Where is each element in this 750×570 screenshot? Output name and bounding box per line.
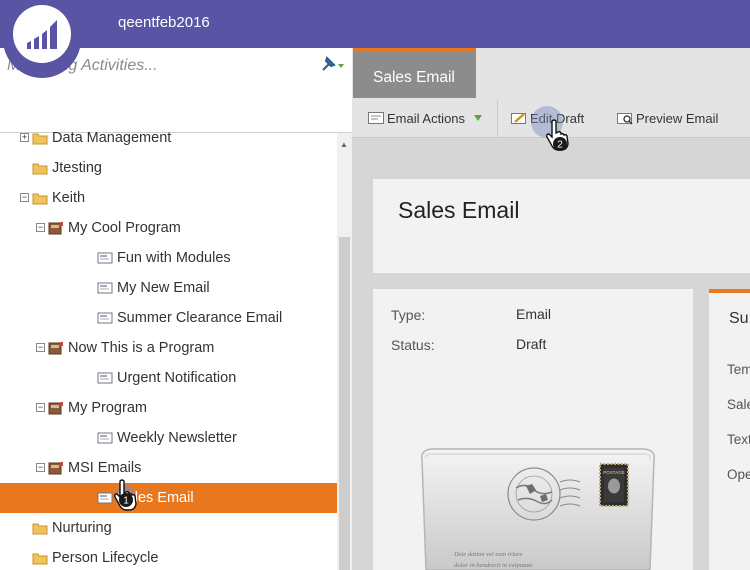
hand-cursor-icon: 2 bbox=[546, 119, 569, 151]
svg-text:POSTAGE: POSTAGE bbox=[603, 470, 624, 475]
summary-title: Su bbox=[729, 310, 749, 327]
summary-card: Su Tem Sale Text Ope bbox=[709, 289, 750, 570]
top-header bbox=[0, 0, 750, 48]
svg-text:2: 2 bbox=[557, 140, 563, 151]
envelope-illustration: POSTAGE Deie dation vel eum iriure dolor… bbox=[420, 448, 656, 570]
email-icon bbox=[97, 312, 113, 324]
summary-label: Text bbox=[727, 432, 750, 447]
tree-item-label: Keith bbox=[52, 190, 86, 206]
tree-item[interactable]: − Now This is a Program bbox=[0, 333, 337, 363]
svg-text:dolor in hendrerit in vulputat: dolor in hendrerit in vulputate bbox=[454, 562, 533, 569]
type-value: Email bbox=[516, 306, 552, 322]
scroll-up-icon[interactable]: ▲ bbox=[340, 140, 348, 149]
tree-item[interactable]: − My Cool Program bbox=[0, 213, 337, 243]
folder-icon bbox=[32, 163, 48, 175]
pin-filter-icon[interactable] bbox=[320, 56, 348, 74]
email-icon bbox=[97, 282, 113, 294]
svg-text:1: 1 bbox=[123, 496, 129, 507]
tree-item-label: Urgent Notification bbox=[117, 370, 237, 386]
tree-item[interactable]: My New Email bbox=[0, 273, 337, 303]
logo[interactable] bbox=[3, 0, 81, 78]
tree-item[interactable]: Jtesting bbox=[0, 153, 337, 183]
folder-icon bbox=[32, 553, 48, 565]
program-icon bbox=[48, 402, 63, 415]
tab-sales-email[interactable]: Sales Email bbox=[353, 48, 476, 98]
svg-text:Deie dation vel eum iriure: Deie dation vel eum iriure bbox=[453, 551, 522, 558]
collapse-icon[interactable]: − bbox=[36, 223, 45, 232]
dropdown-arrow-icon bbox=[474, 115, 482, 121]
collapse-icon[interactable]: − bbox=[36, 463, 45, 472]
tree-item[interactable]: Nurturing bbox=[0, 513, 337, 543]
tree-item-label: Person Lifecycle bbox=[52, 550, 159, 566]
tree-item-label: My Cool Program bbox=[68, 220, 181, 236]
email-icon bbox=[97, 372, 113, 384]
activity-tree: + Data Management Jtesting − Keith − My Cool P… bbox=[0, 129, 337, 570]
collapse-icon[interactable]: − bbox=[20, 193, 29, 202]
tree-item[interactable]: + Data Management bbox=[0, 129, 337, 153]
tree-item-label: Weekly Newsletter bbox=[117, 430, 237, 446]
summary-label: Sale bbox=[727, 397, 750, 412]
program-icon bbox=[48, 342, 63, 355]
title-card: Sales Email bbox=[373, 179, 750, 273]
preview-email-label: Preview Email bbox=[636, 111, 719, 126]
tree-item[interactable]: Sales Email bbox=[0, 483, 337, 513]
tree-item[interactable]: − Keith bbox=[0, 183, 337, 213]
email-actions-label: Email Actions bbox=[387, 111, 466, 126]
tree-item[interactable]: Fun with Modules bbox=[0, 243, 337, 273]
preview-icon bbox=[617, 113, 633, 125]
hand-cursor-icon: 1 bbox=[114, 479, 137, 511]
tree-item-label: Nurturing bbox=[52, 520, 112, 536]
collapse-icon[interactable]: − bbox=[36, 343, 45, 352]
tree-item[interactable]: − My Program bbox=[0, 393, 337, 423]
email-icon bbox=[97, 252, 113, 264]
program-icon bbox=[48, 222, 63, 235]
tree-item-label: Jtesting bbox=[52, 160, 102, 176]
collapse-icon[interactable]: − bbox=[36, 403, 45, 412]
folder-icon bbox=[32, 193, 48, 205]
summary-label: Tem bbox=[727, 362, 750, 377]
edit-icon bbox=[511, 113, 526, 124]
marketo-logo-icon bbox=[13, 5, 71, 63]
tree-item-label: Now This is a Program bbox=[68, 340, 215, 356]
summary-label: Ope bbox=[727, 467, 750, 482]
email-icon bbox=[97, 432, 113, 444]
tree-item-label: Fun with Modules bbox=[117, 250, 231, 266]
tree-item-label: My New Email bbox=[117, 280, 210, 296]
tree-item-label: Data Management bbox=[52, 130, 172, 146]
page-title: Sales Email bbox=[398, 197, 520, 223]
tree-item[interactable]: Urgent Notification bbox=[0, 363, 337, 393]
status-value: Draft bbox=[516, 336, 547, 352]
scrollbar-thumb[interactable] bbox=[339, 237, 350, 570]
tab-label: Sales Email bbox=[373, 69, 455, 86]
tree-item[interactable]: − MSI Emails bbox=[0, 453, 337, 483]
program-icon bbox=[48, 462, 63, 475]
toolbar-divider bbox=[497, 100, 498, 138]
tree-item-label: Summer Clearance Email bbox=[117, 310, 283, 326]
type-label: Type: bbox=[391, 307, 426, 323]
tree-item[interactable]: Summer Clearance Email bbox=[0, 303, 337, 333]
email-icon bbox=[97, 492, 113, 504]
expand-icon[interactable]: + bbox=[20, 133, 29, 142]
status-label: Status: bbox=[391, 337, 435, 353]
folder-icon bbox=[32, 133, 48, 145]
tree-item[interactable]: Person Lifecycle bbox=[0, 543, 337, 570]
tree-item[interactable]: Weekly Newsletter bbox=[0, 423, 337, 453]
tree-item-label: My Program bbox=[68, 400, 147, 416]
folder-icon bbox=[32, 523, 48, 535]
email-icon bbox=[368, 112, 384, 124]
workspace-name: qeentfeb2016 bbox=[118, 14, 210, 31]
